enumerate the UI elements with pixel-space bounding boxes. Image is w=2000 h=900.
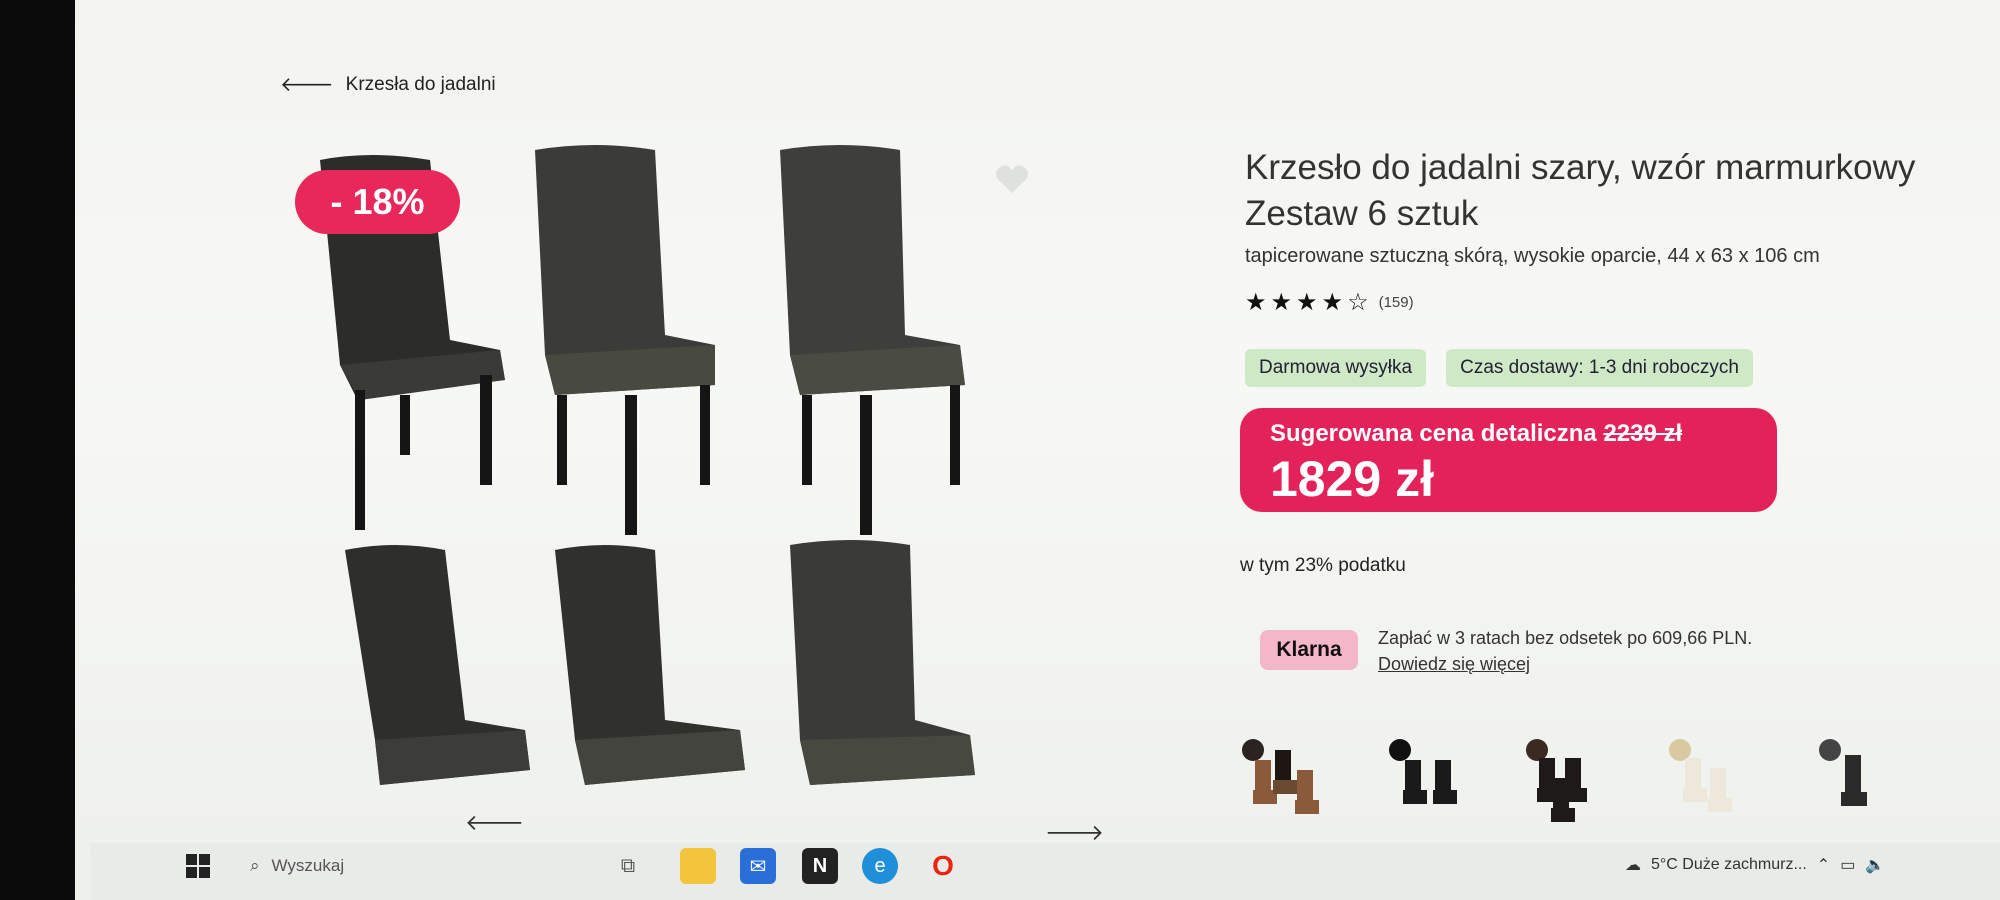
product-title: Krzesło do jadalni szary, wzór marmurkow… (1245, 145, 2000, 237)
back-link-label: Krzesła do jadalni (345, 73, 496, 95)
variant-thumb-4-image (1669, 739, 1732, 812)
variant-thumb-1[interactable] (1235, 730, 1355, 840)
product-info: Krzesło do jadalni szary, wzór marmurkow… (1245, 145, 2000, 387)
star-full-icon: ★ (1296, 289, 1318, 316)
price-label-text: Sugerowana cena detaliczna (1270, 420, 1597, 447)
price-box: Sugerowana cena detaliczna 2239 zł 1829 … (1240, 408, 1777, 512)
variant-thumb-5[interactable] (1795, 730, 1915, 840)
variant-thumb-5-image (1819, 739, 1867, 806)
free-shipping-badge: Darmowa wysyłka (1245, 349, 1427, 387)
klarna-learn-more-link[interactable]: Dowiedz się więcej (1378, 654, 1530, 674)
shipping-badges: Darmowa wysyłka Czas dostawy: 1-3 dni ro… (1245, 349, 2000, 387)
product-gallery[interactable]: 🡐 🡒 (270, 135, 1115, 845)
edge-icon[interactable]: e (862, 848, 898, 884)
klarna-info: Zapłać w 3 ratach bez odsetek po 609,66 … (1378, 625, 1752, 677)
back-link[interactable]: 🡐 Krzesła do jadalni (280, 72, 496, 97)
weather-icon: ☁ (1625, 857, 1641, 874)
discount-badge: - 18% (295, 170, 460, 234)
product-subtitle: tapicerowane sztuczną skórą, wysokie opa… (1245, 245, 1820, 267)
star-full-icon: ★ (1270, 289, 1293, 316)
file-explorer-icon[interactable] (680, 848, 716, 884)
tax-note: w tym 23% podatku (1240, 555, 1406, 576)
current-price: 1829 zł (1270, 451, 1435, 507)
old-price: 2239 zł (1603, 420, 1683, 447)
chair-image-2 (535, 145, 715, 535)
task-view-icon[interactable]: ⧉ (610, 848, 646, 884)
star-full-icon: ★ (1321, 289, 1344, 316)
product-title-line2: Zestaw 6 sztuk (1245, 194, 1479, 233)
variant-thumb-3-image (1526, 739, 1587, 822)
delivery-time-badge: Czas dostawy: 1-3 dni roboczych (1446, 349, 1753, 387)
search-placeholder: Wyszukaj (271, 856, 345, 875)
browser-viewport: 🡐 Krzesła do jadalni 🡐 🡒 - 18% Krzesło d… (75, 0, 2000, 900)
taskbar-search[interactable]: ⌕ Wyszukaj (250, 848, 625, 884)
weather-text[interactable]: 5°C Duże zachmurz... (1651, 856, 1807, 874)
arrow-left-icon: 🡐 (280, 74, 334, 96)
notion-icon[interactable]: N (802, 848, 838, 884)
klarna-text: Zapłać w 3 ratach bez odsetek po 609,66 … (1378, 628, 1753, 648)
variant-thumb-3[interactable] (1515, 730, 1635, 840)
mail-icon[interactable]: ✉ (740, 848, 776, 884)
price-label: Sugerowana cena detaliczna 2239 zł (1270, 420, 1682, 448)
klarna-logo: Klarna (1260, 630, 1358, 670)
chevron-up-icon[interactable]: ⌃ (1817, 855, 1830, 875)
chair-image-3 (780, 145, 965, 535)
product-rating[interactable]: ★ ★ ★ ★ ☆ (159) (1245, 288, 2000, 317)
network-icon[interactable]: ▭ (1840, 855, 1855, 875)
gallery-prev-button[interactable]: 🡐 (465, 810, 524, 836)
volume-icon[interactable]: 🔈 (1865, 855, 1885, 875)
variant-thumb-2-image (1389, 739, 1457, 804)
rating-count: (159) (1378, 294, 1414, 311)
star-empty-icon: ☆ (1347, 289, 1369, 316)
opera-icon[interactable]: O (925, 848, 961, 884)
variant-thumb-1-image (1242, 739, 1319, 814)
taskbar: ⌕ Wyszukaj ⧉ ✉ N e O ☁ 5°C Duże zachmurz… (90, 843, 2000, 900)
product-title-line1: Krzesło do jadalni szary, wzór marmurkow… (1245, 148, 1916, 187)
system-tray: ☁ 5°C Duże zachmurz... ⌃ ▭ 🔈 (1625, 855, 1885, 875)
variant-thumb-2[interactable] (1375, 730, 1495, 840)
windows-start-icon[interactable] (185, 853, 211, 879)
wishlist-heart-icon[interactable] (993, 160, 1031, 198)
variant-thumb-4[interactable] (1655, 730, 1775, 840)
star-full-icon: ★ (1245, 289, 1267, 316)
search-icon: ⌕ (250, 856, 260, 875)
